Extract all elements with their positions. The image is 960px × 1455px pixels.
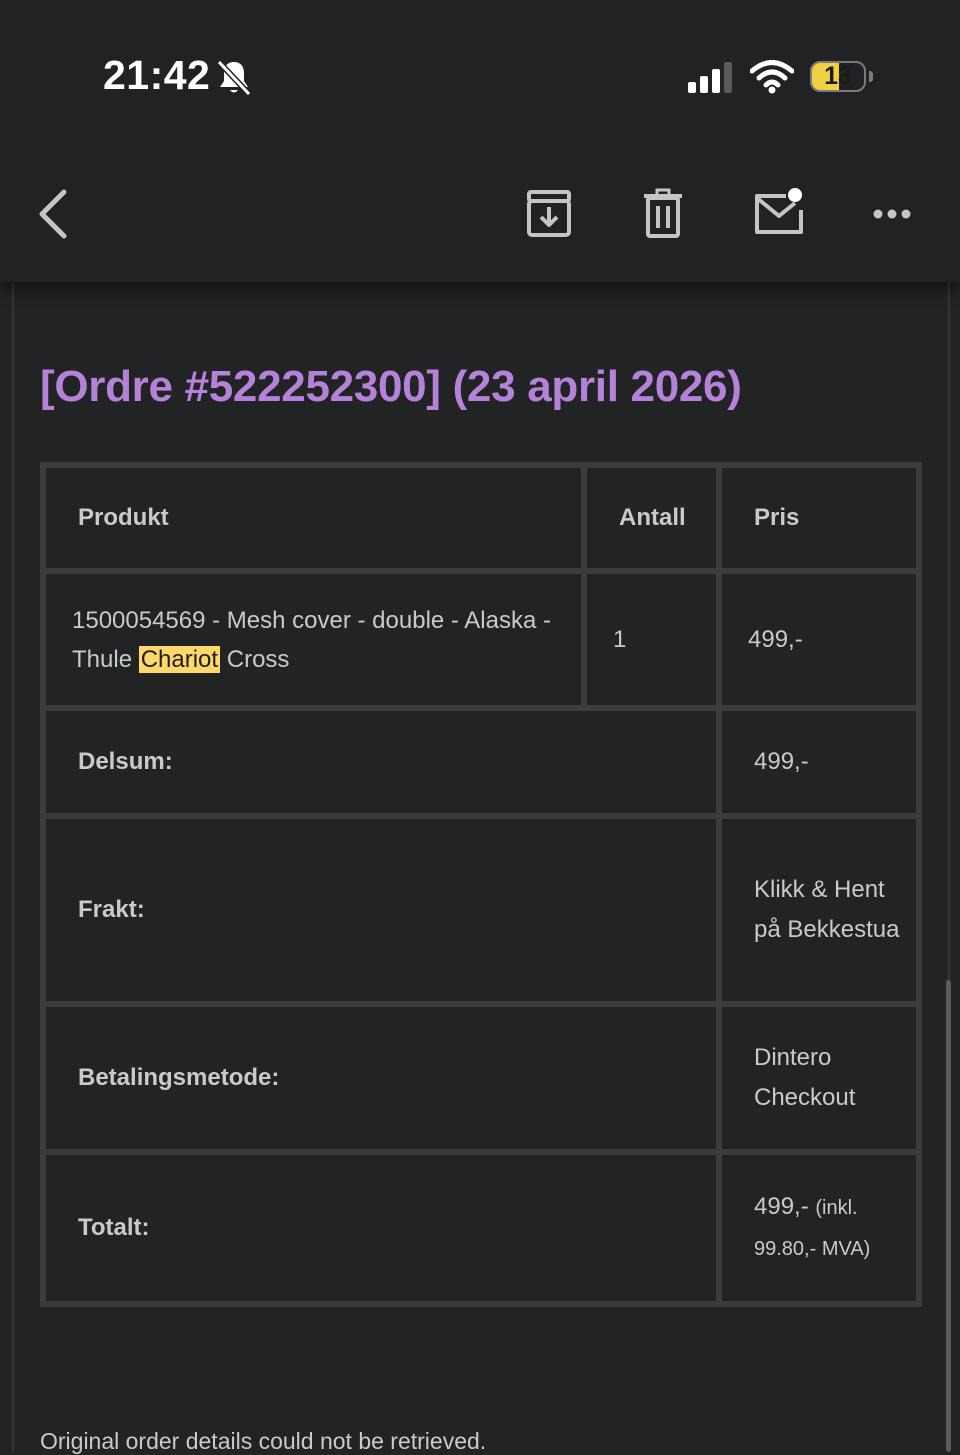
table-header-row: Produkt Antall Pris (43, 465, 919, 571)
trash-icon (644, 188, 682, 238)
shipping-label: Frakt: (43, 816, 719, 1004)
total-row: Totalt: 499,- (inkl. 99.80,- MVA) (43, 1152, 919, 1304)
battery-nub (869, 71, 873, 82)
archive-icon (527, 190, 571, 237)
payment-value: Dintero Checkout (719, 1004, 919, 1152)
more-icon (873, 209, 911, 219)
item-quantity: 1 (584, 571, 719, 708)
total-label: Totalt: (43, 1152, 719, 1304)
total-value: 499,- (inkl. 99.80,- MVA) (719, 1152, 919, 1304)
header-product: Produkt (43, 465, 584, 571)
order-title: [Ordre #522252300] (23 april 2026) (40, 362, 742, 411)
mark-unread-icon (755, 188, 803, 234)
header-price: Pris (719, 465, 919, 571)
more-button[interactable] (868, 186, 916, 242)
top-bar: 21:42 13 (0, 0, 960, 282)
wifi-icon (750, 60, 794, 94)
battery-icon: 13 (810, 61, 866, 92)
status-bar: 21:42 13 (0, 0, 960, 140)
shipping-value: Klikk & Hent på Bekkestua (719, 816, 919, 1004)
back-chevron-icon (39, 189, 67, 239)
item-product-highlight: Chariot (138, 645, 221, 673)
subtotal-value: 499,- (719, 708, 919, 816)
subtotal-row: Delsum: 499,- (43, 708, 919, 816)
footer-note: Original order details could not be retr… (40, 1428, 487, 1454)
payment-label: Betalingsmetode: (43, 1004, 719, 1152)
total-amount: 499,- (754, 1193, 809, 1220)
bell-slash-icon (216, 59, 252, 97)
payment-row: Betalingsmetode: Dintero Checkout (43, 1004, 919, 1152)
archive-button[interactable] (522, 186, 576, 242)
item-price: 499,- (719, 571, 919, 708)
status-time: 21:42 (103, 52, 211, 98)
cellular-signal-icon (688, 62, 732, 93)
table-row: 1500054569 - Mesh cover - double - Alask… (43, 571, 919, 708)
order-table: Produkt Antall Pris 1500054569 - Mesh co… (40, 462, 922, 1307)
back-button[interactable] (30, 186, 74, 242)
item-product: 1500054569 - Mesh cover - double - Alask… (43, 571, 584, 708)
item-product-text-end: Cross (220, 645, 290, 673)
subtotal-label: Delsum: (43, 708, 719, 816)
battery-level: 13 (824, 62, 852, 90)
scrollbar[interactable] (946, 980, 951, 1452)
delete-button[interactable] (638, 186, 688, 242)
shipping-row: Frakt: Klikk & Hent på Bekkestua (43, 816, 919, 1004)
header-quantity: Antall (584, 465, 719, 571)
mark-unread-button[interactable] (750, 186, 808, 242)
